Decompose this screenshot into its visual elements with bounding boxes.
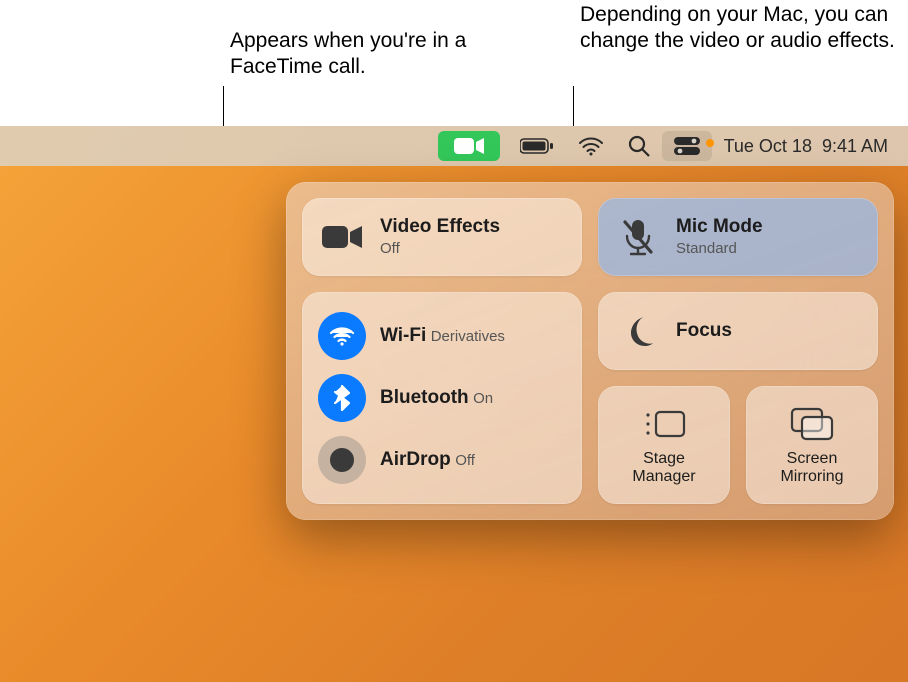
callout-line — [223, 86, 224, 126]
airdrop-row[interactable]: AirDrop Off — [318, 436, 566, 484]
menubar-date: Tue Oct 18 — [724, 136, 812, 157]
video-camera-icon — [320, 215, 364, 259]
spotlight-search[interactable] — [616, 126, 662, 166]
stage-manager-icon — [642, 404, 686, 444]
video-effects-tile[interactable]: Video Effects Off — [302, 198, 582, 276]
search-icon — [628, 135, 650, 157]
screen-mirroring-icon — [790, 404, 834, 444]
screen-mirroring-tile[interactable]: Screen Mirroring — [746, 386, 878, 504]
callout-facetime: Appears when you're in a FaceTime call. — [230, 28, 530, 81]
network-tile: Wi-Fi Derivatives Bluetooth On AirDrop — [302, 292, 582, 504]
facetime-status-button[interactable] — [438, 131, 500, 161]
battery-icon — [520, 138, 554, 154]
wifi-icon — [578, 136, 604, 156]
tile-title: Mic Mode — [676, 216, 763, 239]
control-center-panel: Video Effects Off Mic Mode Standard Wi-F… — [286, 182, 894, 520]
tile-label: Screen Mirroring — [780, 450, 843, 487]
video-camera-icon — [454, 136, 484, 156]
menubar: Tue Oct 18 9:41 AM — [0, 126, 908, 166]
menubar-datetime[interactable]: Tue Oct 18 9:41 AM — [712, 126, 894, 166]
focus-tile[interactable]: Focus — [598, 292, 878, 370]
row-subtitle: Derivatives — [431, 328, 505, 345]
tile-label: Stage Manager — [632, 450, 695, 487]
desktop-wallpaper: Tue Oct 18 9:41 AM Video Effects Off Mic… — [0, 126, 908, 682]
tile-title: Video Effects — [380, 216, 500, 239]
mic-muted-icon — [616, 215, 660, 259]
airdrop-icon — [318, 436, 366, 484]
control-center-button[interactable] — [662, 131, 712, 161]
tile-subtitle: Standard — [676, 240, 763, 258]
row-title: Bluetooth — [380, 387, 469, 408]
battery-status[interactable] — [508, 126, 566, 166]
wifi-icon — [318, 312, 366, 360]
wifi-status[interactable] — [566, 126, 616, 166]
bluetooth-icon — [318, 374, 366, 422]
bluetooth-row[interactable]: Bluetooth On — [318, 374, 566, 422]
row-title: Wi-Fi — [380, 325, 426, 346]
tile-subtitle: Off — [380, 240, 500, 258]
tile-title: Focus — [676, 320, 732, 343]
moon-icon — [616, 309, 660, 353]
row-title: AirDrop — [380, 449, 451, 470]
row-subtitle: Off — [455, 452, 475, 469]
menubar-time: 9:41 AM — [822, 136, 888, 157]
mic-mode-tile[interactable]: Mic Mode Standard — [598, 198, 878, 276]
wifi-row[interactable]: Wi-Fi Derivatives — [318, 312, 566, 360]
control-center-icon — [674, 137, 700, 155]
stage-manager-tile[interactable]: Stage Manager — [598, 386, 730, 504]
row-subtitle: On — [473, 390, 493, 407]
callout-effects: Depending on your Mac, you can change th… — [580, 2, 900, 55]
